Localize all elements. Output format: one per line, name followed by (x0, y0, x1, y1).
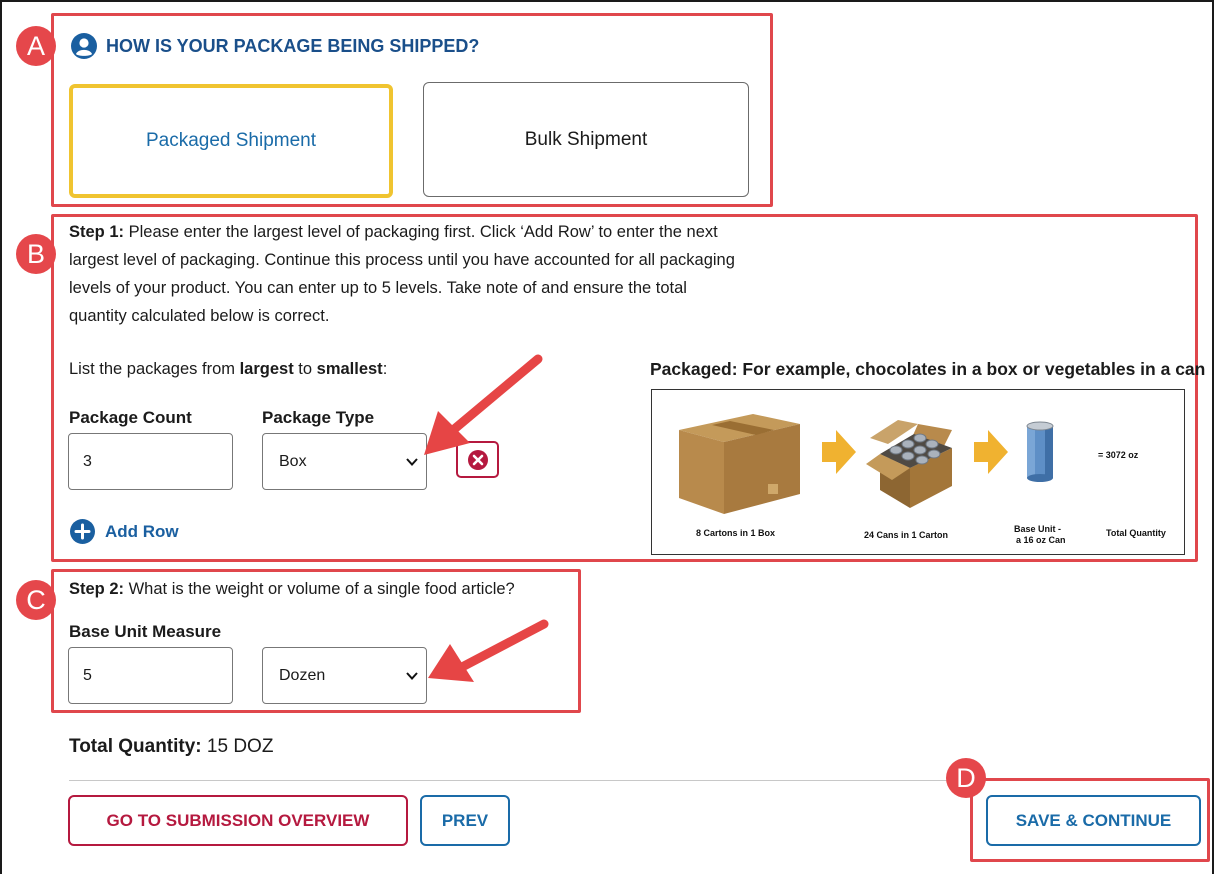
packaging-example-illustration: = 3072 oz 8 Cartons in 1 Box 24 Cans in … (651, 389, 1185, 555)
box-illustration (679, 414, 800, 514)
annotation-arrow-1 (424, 354, 543, 455)
total-quantity: Total Quantity: 15 DOZ (69, 736, 273, 758)
step1-instructions: Step 1: Please enter the largest level o… (69, 218, 829, 330)
example-label-total: Total Quantity (1106, 528, 1166, 538)
save-button-label: SAVE & CONTINUE (1015, 810, 1172, 830)
package-count-label: Package Count (69, 408, 192, 427)
base-unit-measure-value: 5 (83, 666, 92, 684)
prev-button-label: PREV (441, 810, 489, 830)
list-hint-largest: largest (239, 360, 294, 378)
step1-line-2: largest level of packaging. Continue thi… (69, 251, 735, 269)
callout-badge-d: D (946, 758, 986, 798)
base-unit-measure-input[interactable]: 5 (68, 647, 233, 704)
user-icon (71, 33, 97, 59)
overview-button-label: GO TO SUBMISSION OVERVIEW (106, 810, 370, 830)
base-unit-select[interactable]: Dozen (262, 647, 427, 704)
arrow-right-icon (974, 430, 1008, 474)
package-type-label: Package Type (262, 408, 375, 427)
callout-badge-a: A (16, 26, 56, 66)
package-type-value: Box (279, 452, 307, 470)
example-caption: Packaged: For example, chocolates in a b… (650, 359, 1206, 379)
bulk-shipment-label: Bulk Shipment (524, 128, 648, 150)
plus-circle-icon (70, 519, 95, 544)
list-order-hint: List the packages from largest to smalle… (69, 355, 387, 383)
packaged-shipment-option[interactable]: Packaged Shipment (69, 84, 393, 198)
step2-question: Step 2: What is the weight or volume of … (69, 575, 515, 603)
package-count-input[interactable]: 3 (68, 433, 233, 490)
step2-label: Step 2: (69, 580, 125, 598)
save-and-continue-button[interactable]: SAVE & CONTINUE (986, 795, 1201, 846)
step1-label: Step 1: (69, 223, 125, 241)
list-hint-suffix: : (382, 360, 388, 378)
go-to-submission-overview-button[interactable]: GO TO SUBMISSION OVERVIEW (68, 795, 408, 846)
callout-badge-c: C (16, 580, 56, 620)
bulk-shipment-option[interactable]: Bulk Shipment (423, 82, 749, 197)
total-quantity-value: 15 DOZ (201, 736, 274, 757)
shipping-question-text: HOW IS YOUR PACKAGE BEING SHIPPED? (106, 35, 480, 56)
shipping-question: HOW IS YOUR PACKAGE BEING SHIPPED? (71, 33, 479, 59)
prev-button[interactable]: PREV (420, 795, 510, 846)
example-label-box: 8 Cartons in 1 Box (696, 528, 775, 538)
base-unit-select-value: Dozen (279, 666, 326, 684)
add-row-label: Add Row (105, 521, 179, 541)
package-type-select[interactable]: Box (262, 433, 427, 490)
step1-line-4: quantity calculated below is correct. (69, 307, 330, 325)
list-hint-smallest: smallest (316, 360, 383, 378)
base-unit-measure-label: Base Unit Measure (69, 622, 222, 641)
chevron-down-icon (406, 671, 418, 680)
packaged-shipment-label: Packaged Shipment (145, 130, 317, 151)
example-total: = 3072 oz (1098, 450, 1139, 460)
list-hint-prefix: List the packages from (69, 360, 240, 378)
carton-illustration (866, 420, 952, 508)
step1-line-3: levels of your product. You can enter up… (69, 279, 687, 297)
can-illustration (1026, 421, 1054, 482)
add-row-button[interactable]: Add Row (70, 519, 179, 544)
arrow-right-icon (822, 430, 856, 474)
step2-text: What is the weight or volume of a single… (124, 580, 515, 598)
example-label-base-unit: Base Unit - (1014, 524, 1061, 534)
callout-badge-b: B (16, 234, 56, 274)
package-count-value: 3 (83, 452, 92, 470)
example-label-can: a 16 oz Can (1016, 535, 1066, 545)
step1-line-1-text: Please enter the largest level of packag… (124, 223, 718, 241)
total-quantity-label: Total Quantity: (69, 736, 202, 757)
list-hint-to: to (293, 360, 317, 378)
example-label-carton: 24 Cans in 1 Carton (864, 530, 948, 540)
step1-line-1: Step 1: Please enter the largest level o… (69, 218, 829, 246)
annotation-arrow-2 (428, 619, 549, 682)
